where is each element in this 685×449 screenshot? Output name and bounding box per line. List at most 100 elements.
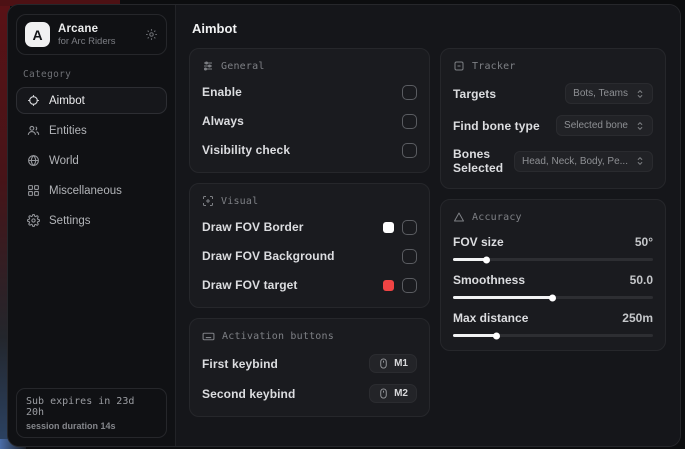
setting-label: Find bone type [453, 119, 540, 133]
max-distance-slider-group: Max distance 250m [453, 311, 653, 337]
fov-size-slider[interactable] [453, 258, 653, 261]
slider-thumb[interactable] [549, 294, 556, 301]
draw-fov-border-checkbox[interactable] [402, 220, 417, 235]
max-distance-slider[interactable] [453, 334, 653, 337]
activation-buttons-card: Activation buttons First keybind M1 [189, 318, 430, 417]
slider-thumb[interactable] [483, 256, 490, 263]
app-logo: A [25, 22, 50, 47]
find-bone-type-dropdown[interactable]: Selected bone [556, 115, 653, 136]
focus-icon [202, 195, 214, 207]
setting-row: First keybind M1 [202, 354, 417, 373]
setting-label: Draw FOV Background [202, 249, 335, 263]
sidebar-item-world[interactable]: World [16, 147, 167, 174]
card-title: Tracker [472, 61, 516, 72]
setting-row: Find bone type Selected bone [453, 115, 653, 136]
app-subtitle: for Arc Riders [58, 36, 137, 47]
targets-dropdown[interactable]: Bots, Teams [565, 83, 653, 104]
sub-expiry-text: Sub expires in 23d 20h [26, 396, 157, 418]
setting-label: Draw FOV Border [202, 220, 304, 234]
page-title: Aimbot [192, 21, 666, 36]
gear-icon[interactable] [145, 28, 158, 41]
card-title: Activation buttons [222, 331, 334, 342]
keyboard-icon [202, 330, 215, 343]
mouse-icon [378, 358, 389, 369]
setting-label: Targets [453, 87, 496, 101]
card-title: Accuracy [472, 212, 522, 223]
keybind-value: M2 [394, 388, 408, 399]
color-swatch-white[interactable] [383, 222, 394, 233]
scan-icon [453, 60, 465, 72]
slider-thumb[interactable] [493, 332, 500, 339]
setting-row: Draw FOV Border [202, 218, 417, 236]
sidebar-item-label: Entities [49, 125, 87, 137]
setting-row: Enable [202, 83, 417, 101]
globe-icon [26, 154, 40, 167]
fov-size-slider-group: FOV size 50° [453, 235, 653, 261]
logo-text: Arcane for Arc Riders [58, 23, 137, 47]
mouse-icon [378, 388, 389, 399]
setting-label: Visibility check [202, 143, 290, 157]
smoothness-slider[interactable] [453, 296, 653, 299]
settings-gear-icon [26, 214, 40, 227]
sidebar-item-label: Aimbot [49, 95, 85, 107]
sidebar: A Arcane for Arc Riders Category [8, 5, 176, 446]
logo-card: A Arcane for Arc Riders [16, 14, 167, 55]
setting-row: Bones Selected Head, Neck, Body, Pe... [453, 147, 653, 175]
sidebar-item-aimbot[interactable]: Aimbot [16, 87, 167, 114]
setting-label: Enable [202, 85, 242, 99]
bones-selected-dropdown[interactable]: Head, Neck, Body, Pe... [514, 151, 653, 172]
grid-icon [26, 184, 40, 197]
dropdown-value: Bots, Teams [573, 88, 628, 99]
setting-row: Draw FOV target [202, 276, 417, 294]
setting-label: Second keybind [202, 387, 295, 401]
main-content: Aimbot General Enable [176, 5, 680, 446]
chevron-up-down-icon [635, 121, 645, 131]
dropdown-value: Head, Neck, Body, Pe... [522, 156, 628, 167]
sidebar-item-label: Miscellaneous [49, 185, 122, 197]
setting-label: Draw FOV target [202, 278, 298, 292]
always-checkbox[interactable] [402, 114, 417, 129]
slider-label: FOV size [453, 235, 504, 249]
setting-row: Draw FOV Background [202, 247, 417, 265]
setting-row: Second keybind M2 [202, 384, 417, 403]
dropdown-value: Selected bone [564, 120, 628, 131]
sidebar-item-label: Settings [49, 215, 91, 227]
card-title: General [221, 61, 265, 72]
setting-row: Targets Bots, Teams [453, 83, 653, 104]
sidebar-item-entities[interactable]: Entities [16, 117, 167, 144]
slider-value: 250m [622, 311, 653, 325]
enable-checkbox[interactable] [402, 85, 417, 100]
color-swatch-red[interactable] [383, 280, 394, 291]
crosshair-icon [26, 94, 40, 107]
triangle-icon [453, 211, 465, 223]
setting-label: Always [202, 114, 244, 128]
keybind-value: M1 [394, 358, 408, 369]
app-window: A Arcane for Arc Riders Category [7, 4, 681, 447]
category-label: Category [23, 69, 167, 80]
users-icon [26, 124, 40, 137]
draw-fov-target-checkbox[interactable] [402, 278, 417, 293]
general-card: General Enable Always Visibility check [189, 48, 430, 173]
setting-row: Visibility check [202, 141, 417, 159]
subscription-info: Sub expires in 23d 20h session duration … [16, 388, 167, 438]
slider-label: Max distance [453, 311, 528, 325]
setting-row: Always [202, 112, 417, 130]
setting-label: Bones Selected [453, 147, 514, 175]
visibility-check-checkbox[interactable] [402, 143, 417, 158]
sidebar-item-settings[interactable]: Settings [16, 207, 167, 234]
slider-label: Smoothness [453, 273, 525, 287]
second-keybind-button[interactable]: M2 [369, 384, 417, 403]
sidebar-item-miscellaneous[interactable]: Miscellaneous [16, 177, 167, 204]
accuracy-card: Accuracy FOV size 50° [440, 199, 666, 351]
sliders-icon [202, 60, 214, 72]
first-keybind-button[interactable]: M1 [369, 354, 417, 373]
card-title: Visual [221, 196, 258, 207]
sidebar-nav: Aimbot Entities World [16, 87, 167, 234]
session-duration-text: session duration 14s [26, 421, 157, 431]
smoothness-slider-group: Smoothness 50.0 [453, 273, 653, 299]
chevron-up-down-icon [635, 89, 645, 99]
draw-fov-background-checkbox[interactable] [402, 249, 417, 264]
setting-label: First keybind [202, 357, 278, 371]
sidebar-item-label: World [49, 155, 79, 167]
tracker-card: Tracker Targets Bots, Teams [440, 48, 666, 189]
